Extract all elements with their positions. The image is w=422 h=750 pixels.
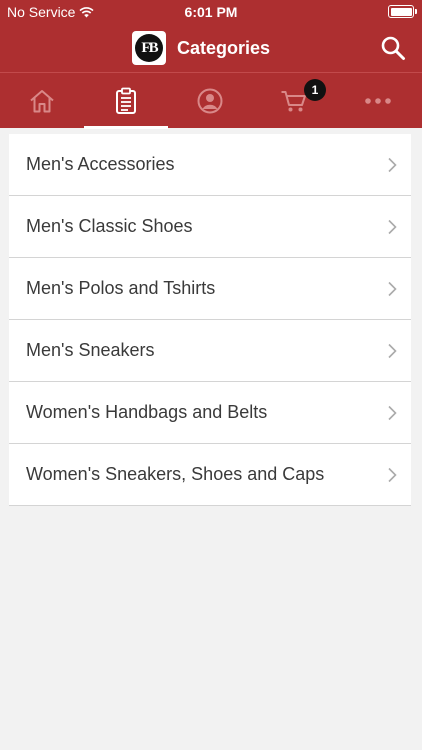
tab-home[interactable]: [0, 73, 84, 129]
category-label: Men's Accessories: [26, 154, 175, 174]
chevron-right-icon: [388, 281, 397, 297]
more-icon: [365, 98, 391, 104]
category-row-mens-accessories[interactable]: Men's Accessories: [9, 134, 411, 196]
category-row-mens-classic-shoes[interactable]: Men's Classic Shoes: [9, 196, 411, 258]
category-label: Women's Handbags and Belts: [26, 402, 268, 422]
brand-logo[interactable]: FB: [132, 31, 166, 65]
nav-bar: FB Categories: [0, 24, 422, 72]
home-icon: [30, 90, 54, 113]
category-list: Men's Accessories Men's Classic Shoes Me…: [9, 134, 411, 506]
page-title: Categories: [177, 38, 271, 58]
chevron-right-icon: [388, 219, 397, 235]
tab-bar: 1: [0, 72, 422, 129]
category-label: Men's Sneakers: [26, 340, 155, 360]
chevron-right-icon: [388, 467, 397, 483]
tab-more[interactable]: [336, 73, 420, 129]
tab-cart[interactable]: [252, 73, 336, 129]
clipboard-icon: [116, 87, 136, 114]
chevron-right-icon: [388, 405, 397, 421]
category-label: Women's Sneakers, Shoes and Caps: [26, 464, 325, 484]
user-icon: [197, 88, 223, 114]
category-row-mens-sneakers[interactable]: Men's Sneakers: [9, 320, 411, 382]
tab-categories[interactable]: [84, 73, 168, 129]
search-icon[interactable]: [380, 35, 406, 61]
cart-badge: 1: [304, 79, 326, 101]
chevron-right-icon: [388, 157, 397, 173]
category-label: Men's Classic Shoes: [26, 216, 193, 236]
status-time: 6:01 PM: [184, 4, 238, 20]
battery-icon: [388, 5, 417, 18]
category-row-womens-handbags[interactable]: Women's Handbags and Belts: [9, 382, 411, 444]
chevron-right-icon: [388, 343, 397, 359]
tab-account[interactable]: [168, 73, 252, 129]
category-row-mens-polos[interactable]: Men's Polos and Tshirts: [9, 258, 411, 320]
app-header: No Service 6:01 PM FB Categories 1: [0, 0, 422, 129]
logo-text: FB: [135, 34, 163, 62]
category-row-womens-sneakers[interactable]: Women's Sneakers, Shoes and Caps: [9, 444, 411, 506]
category-label: Men's Polos and Tshirts: [26, 278, 216, 298]
status-bar: No Service 6:01 PM: [0, 0, 422, 24]
